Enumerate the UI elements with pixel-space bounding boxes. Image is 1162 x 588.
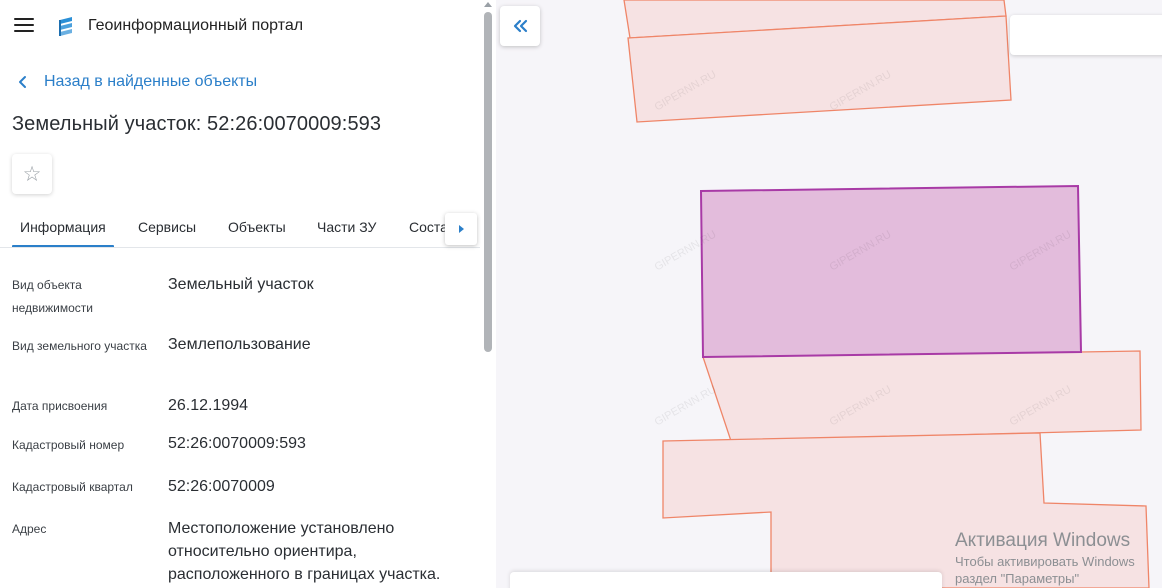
property-value: 26.12.1994 — [168, 397, 249, 414]
back-link-label: Назад в найденные объекты — [44, 73, 258, 90]
tab-parcel-parts[interactable]: Части ЗУ — [317, 219, 376, 235]
property-label: Адрес — [12, 522, 47, 536]
chevron-left-icon — [19, 76, 26, 88]
caret-right-icon — [459, 225, 464, 233]
property-label: Вид земельного участка — [12, 339, 147, 353]
map-search-input[interactable] — [1010, 15, 1162, 55]
activation-title: Активация Windows — [955, 530, 1131, 551]
map-canvas[interactable] — [496, 0, 1162, 588]
active-tab-indicator — [12, 245, 114, 247]
property-label: Дата присвоения — [12, 399, 108, 413]
portal-logo-icon — [59, 17, 72, 36]
map-bottom-panel[interactable] — [510, 572, 942, 588]
tab-objects[interactable]: Объекты — [228, 219, 286, 235]
hamburger-icon[interactable] — [14, 18, 34, 32]
cadastral-map[interactable]: GIPERNN.RU GIPERNN.RU GIPERNN.RU GIPERNN… — [496, 0, 1162, 588]
property-value: 52:26:0070009 — [168, 478, 275, 495]
tab-services[interactable]: Сервисы — [138, 219, 196, 235]
land-parcel — [702, 350, 1142, 442]
info-sidebar: Геоинформационный портал Назад в найденн… — [0, 0, 496, 588]
property-label: Кадастровый квартал — [12, 480, 133, 494]
scroll-up-arrow-icon[interactable] — [484, 2, 492, 7]
property-label: Вид объекта недвижимости — [12, 278, 93, 315]
back-to-results-link[interactable]: Назад в найденные объекты — [16, 72, 257, 92]
property-value: 52:26:0070009:593 — [168, 435, 306, 452]
property-value: Земельный участок — [168, 276, 314, 293]
property-value: Землепользование — [168, 336, 311, 353]
tab-information[interactable]: Информация — [20, 219, 106, 247]
activation-line-2: раздел "Параметры" — [955, 571, 1080, 586]
windows-activation-notice: Активация Windows Чтобы активировать Win… — [955, 530, 1135, 587]
object-title: Земельный участок: 52:26:0070009:593 — [12, 113, 382, 135]
activation-line-1: Чтобы активировать Windows — [955, 554, 1135, 569]
property-value: Местоположение установлено относительно … — [168, 520, 441, 583]
portal-title: Геоинформационный портал — [88, 17, 304, 34]
sidebar-scrollbar-thumb[interactable] — [484, 12, 492, 352]
collapse-panel-button[interactable] — [500, 6, 540, 46]
favorite-button[interactable]: ☆ — [12, 154, 52, 194]
sidebar-header: Геоинформационный портал — [0, 0, 496, 52]
star-outline-icon: ☆ — [22, 162, 42, 186]
double-chevron-left-icon — [513, 19, 528, 33]
property-label: Кадастровый номер — [12, 438, 125, 452]
tab-bar: Информация Сервисы Объекты Части ЗУ Сост… — [0, 206, 480, 248]
tabs-next-button[interactable] — [445, 213, 477, 245]
selected-land-parcel — [699, 184, 1083, 359]
